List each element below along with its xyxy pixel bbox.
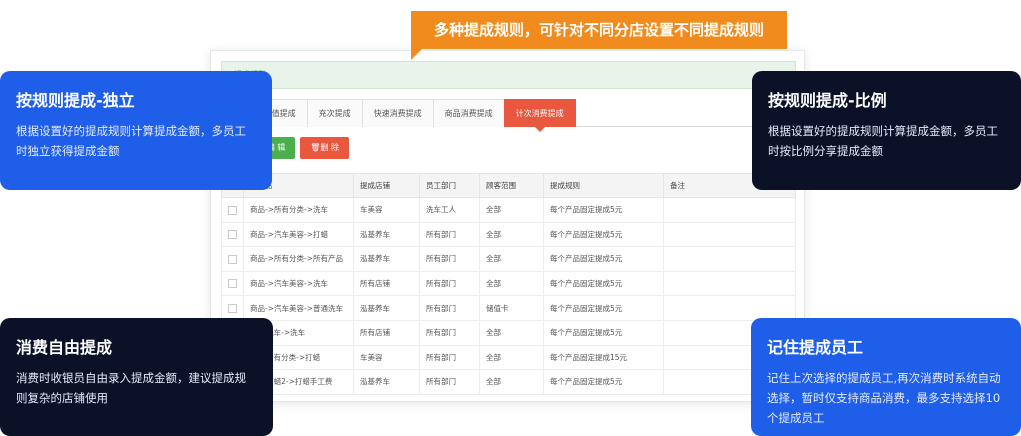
table-cell: 所有部门 bbox=[419, 369, 480, 395]
table-cell: 储值卡 bbox=[479, 295, 544, 321]
column-header: 提成规则 bbox=[543, 173, 664, 198]
table-cell: 泓基养车 bbox=[353, 369, 420, 395]
table-cell: 所有部门 bbox=[419, 319, 480, 346]
table-row[interactable]: 商品->所有分类->洗车 车美容 洗车工人 全部 每个产品固定提成5元 bbox=[221, 197, 796, 223]
card-description: 记住上次选择的提成员工,再次消费时系统自动选择，暂时仅支持商品消费，最多支持选择… bbox=[767, 371, 1001, 425]
table-cell: 每个产品固定提成5元 bbox=[543, 221, 664, 248]
table-row[interactable]: ...->洗车->洗车 所有店铺 所有部门 全部 每个产品固定提成5元 bbox=[221, 319, 796, 346]
table-cell: 所有部门 bbox=[419, 246, 480, 272]
table-cell bbox=[663, 221, 796, 248]
card-title: 按规则提成-比例 bbox=[768, 91, 887, 110]
table-cell: 每个产品固定提成5元 bbox=[543, 369, 664, 395]
table-cell: 所有店铺 bbox=[353, 270, 420, 297]
table-cell bbox=[663, 197, 796, 223]
column-header: 提成店铺 bbox=[353, 173, 420, 198]
table-row[interactable]: ...->所有分类->打蜡 车美容 所有部门 全部 每个产品固定提成15元 bbox=[221, 344, 796, 371]
table-cell: 每个产品固定提成5元 bbox=[543, 197, 664, 223]
feature-card-independent: 按规则提成-独立 根据设置好的提成规则计算提成金额，多员工时独立获得提成金额 bbox=[0, 71, 272, 190]
table-cell: 车美容 bbox=[353, 197, 420, 223]
table-row[interactable]: ...->打蜡2->打蜡手工费 泓基养车 所有部门 全部 每个产品固定提成5元 bbox=[221, 369, 796, 395]
table-cell: 全部 bbox=[479, 369, 544, 395]
table-cell: 所有店铺 bbox=[353, 319, 420, 346]
row-checkbox[interactable] bbox=[228, 205, 237, 215]
table-cell: 全部 bbox=[479, 246, 544, 272]
table-cell bbox=[663, 246, 796, 272]
feature-card-remember-staff: 记住提成员工 记住上次选择的提成员工,再次消费时系统自动选择，暂时仅支持商品消费… bbox=[751, 318, 1021, 436]
column-header: 顾客范围 bbox=[479, 173, 544, 198]
card-description: 根据设置好的提成规则计算提成金额，多员工时按比例分享提成金额 bbox=[768, 124, 998, 158]
table-cell: 每个产品固定提成5元 bbox=[543, 319, 664, 346]
table-cell: 车美容 bbox=[353, 344, 420, 371]
table-cell: 所有部门 bbox=[419, 344, 480, 371]
table-cell: 全部 bbox=[479, 344, 544, 371]
tab-4[interactable]: 商品消费提成 bbox=[432, 99, 505, 127]
row-checkbox-cell bbox=[221, 246, 244, 272]
table-cell: 所有部门 bbox=[419, 270, 480, 297]
row-checkbox[interactable] bbox=[228, 279, 237, 289]
feature-promo-stage: 提成规则 ...充值提成充次提成快速消费提成商品消费提成计次消费提成 ✎编 辑 … bbox=[0, 0, 1021, 436]
table-cell: 全部 bbox=[479, 197, 544, 223]
table-row[interactable]: 商品->汽车美容->普通洗车 泓基养车 所有部门 储值卡 每个产品固定提成5元 bbox=[221, 295, 796, 321]
row-checkbox-cell bbox=[221, 197, 244, 223]
panel-title: 提成规则 bbox=[221, 61, 796, 89]
row-checkbox[interactable] bbox=[228, 254, 237, 264]
table-row[interactable]: 商品->汽车美容->洗车 所有店铺 所有部门 全部 每个产品固定提成5元 bbox=[221, 270, 796, 297]
table-cell: 商品->汽车美容->普通洗车 bbox=[243, 295, 354, 321]
tab-3[interactable]: 快速消费提成 bbox=[361, 99, 434, 127]
commission-rules-window: 提成规则 ...充值提成充次提成快速消费提成商品消费提成计次消费提成 ✎编 辑 … bbox=[210, 50, 805, 402]
feature-card-free-commission: 消费自由提成 消费时收银员自由录入提成金额，建议提成规则复杂的店铺使用 bbox=[0, 318, 273, 436]
row-checkbox[interactable] bbox=[228, 230, 237, 240]
table-cell: 洗车工人 bbox=[419, 197, 480, 223]
row-checkbox[interactable] bbox=[228, 303, 237, 313]
card-description: 消费时收银员自由录入提成金额，建议提成规则复杂的店铺使用 bbox=[16, 371, 246, 405]
table-cell: 每个产品固定提成5元 bbox=[543, 246, 664, 272]
tab-5[interactable]: 计次消费提成 bbox=[503, 99, 576, 132]
row-checkbox-cell bbox=[221, 270, 244, 297]
card-description: 根据设置好的提成规则计算提成金额，多员工时独立获得提成金额 bbox=[16, 124, 246, 158]
table-row[interactable]: 商品->所有分类->所有产品 泓基养车 所有部门 全部 每个产品固定提成5元 bbox=[221, 246, 796, 272]
table-cell: 每个产品固定提成15元 bbox=[543, 344, 664, 371]
rules-table: ...产品提成店铺员工部门顾客范围提成规则备注 商品->所有分类->洗车车美容洗… bbox=[221, 173, 796, 395]
table-cell: 泓基养车 bbox=[353, 246, 420, 272]
table-cell bbox=[663, 295, 796, 321]
table-cell: 商品->所有分类->所有产品 bbox=[243, 246, 354, 272]
table-cell: 全部 bbox=[479, 319, 544, 346]
table-cell: 所有部门 bbox=[419, 221, 480, 248]
table-cell: 商品->汽车美容->打蜡 bbox=[243, 221, 354, 248]
table-cell: 泓基养车 bbox=[353, 295, 420, 321]
table-header-row: ...产品提成店铺员工部门顾客范围提成规则备注 bbox=[221, 173, 796, 198]
table-cell: 每个产品固定提成5元 bbox=[543, 270, 664, 297]
callout-tail bbox=[411, 48, 423, 60]
table-cell: 全部 bbox=[479, 270, 544, 297]
table-row[interactable]: 商品->汽车美容->打蜡 泓基养车 所有部门 全部 每个产品固定提成5元 bbox=[221, 221, 796, 248]
table-cell bbox=[663, 270, 796, 297]
row-checkbox-cell bbox=[221, 295, 244, 321]
feature-card-ratio: 按规则提成-比例 根据设置好的提成规则计算提成金额，多员工时按比例分享提成金额 bbox=[752, 71, 1021, 190]
rule-tabs: ...充值提成充次提成快速消费提成商品消费提成计次消费提成 bbox=[221, 99, 796, 132]
card-title: 消费自由提成 bbox=[16, 338, 113, 357]
table-cell: 商品->所有分类->洗车 bbox=[243, 197, 354, 223]
table-cell: 全部 bbox=[479, 221, 544, 248]
table-cell: 泓基养车 bbox=[353, 221, 420, 248]
delete-button[interactable]: 🗑删 除 bbox=[300, 137, 349, 159]
table-cell: 每个产品固定提成5元 bbox=[543, 295, 664, 321]
card-title: 按规则提成-独立 bbox=[16, 91, 135, 110]
tab-2[interactable]: 充次提成 bbox=[306, 99, 363, 127]
headline-callout: 多种提成规则，可针对不同分店设置不同提成规则 bbox=[411, 11, 787, 49]
card-title: 记住提成员工 bbox=[767, 338, 864, 357]
row-checkbox-cell bbox=[221, 221, 244, 248]
column-header: 员工部门 bbox=[419, 173, 480, 198]
table-cell: 所有部门 bbox=[419, 295, 480, 321]
table-cell: 商品->汽车美容->洗车 bbox=[243, 270, 354, 297]
